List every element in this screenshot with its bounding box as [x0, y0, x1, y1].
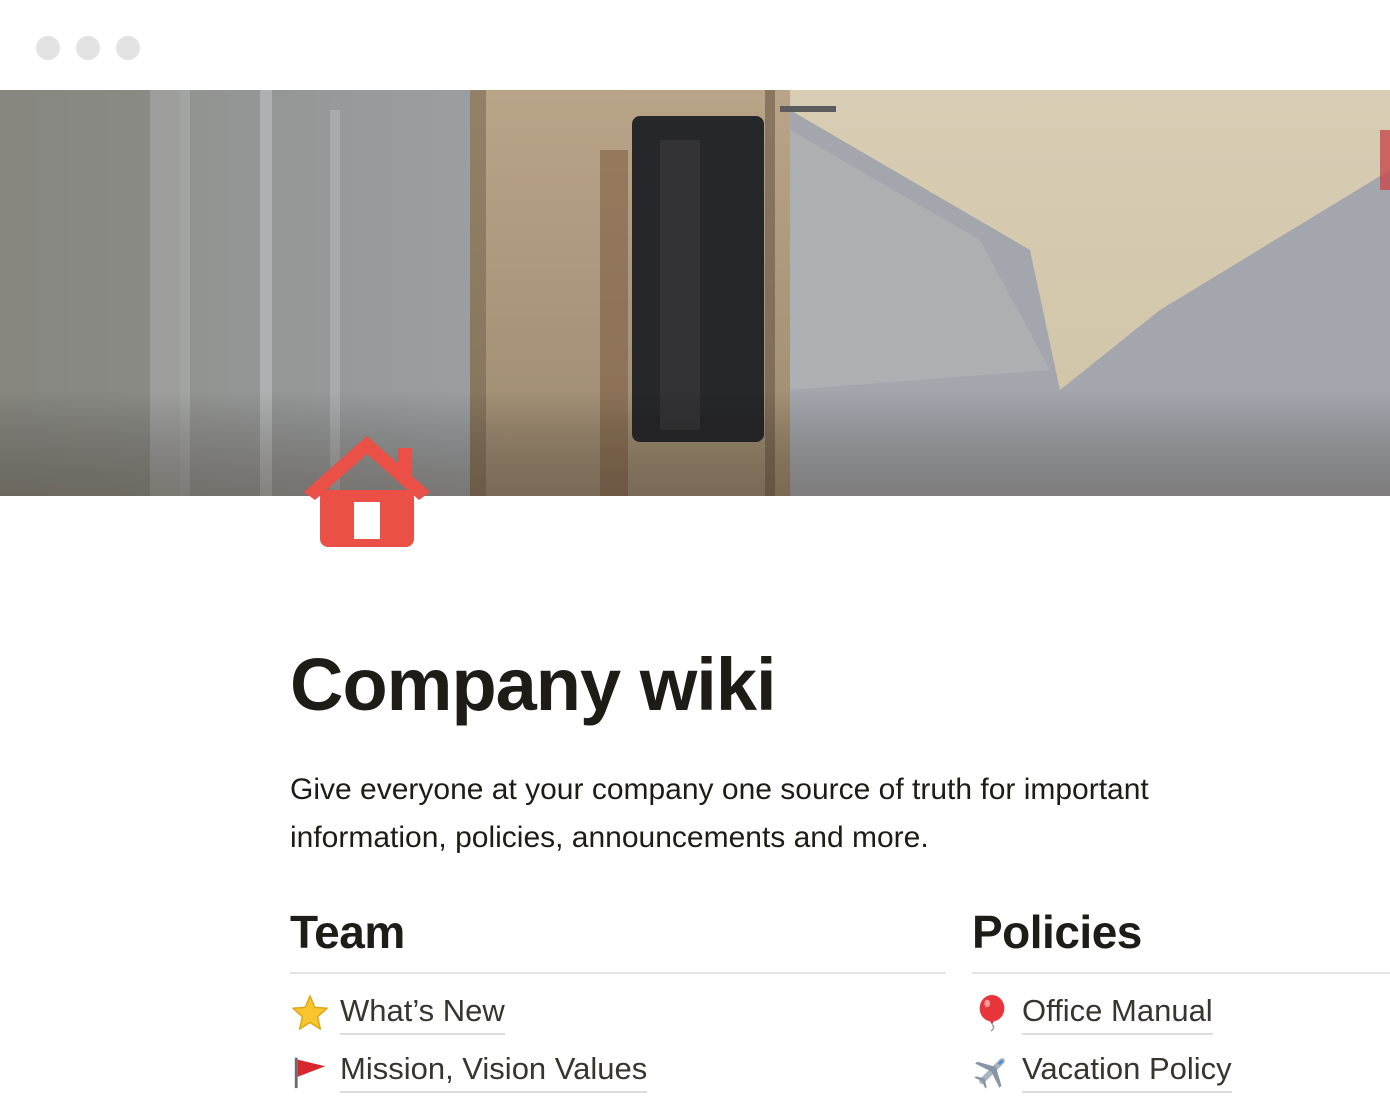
- window-title-bar: [0, 0, 1390, 90]
- team-column: Team What’s New Mission, Vision Values: [290, 904, 946, 1100]
- star-icon: [290, 993, 330, 1033]
- link-vacation-policy[interactable]: Vacation Policy: [972, 1042, 1390, 1100]
- policies-divider: [972, 972, 1390, 974]
- team-heading[interactable]: Team: [290, 904, 946, 960]
- page-description[interactable]: Give everyone at your company one source…: [290, 766, 1290, 862]
- policies-heading[interactable]: Policies: [972, 904, 1390, 960]
- link-mission-vision-values[interactable]: Mission, Vision Values: [290, 1042, 946, 1100]
- link-label[interactable]: Vacation Policy: [1022, 1049, 1232, 1093]
- link-label[interactable]: Mission, Vision Values: [340, 1049, 648, 1093]
- link-whats-new[interactable]: What’s New: [290, 984, 946, 1042]
- policies-column: Policies Office Manual Vacation Policy: [972, 904, 1390, 1100]
- link-office-manual[interactable]: Office Manual: [972, 984, 1390, 1042]
- airplane-icon: [972, 1051, 1012, 1091]
- balloon-icon: [972, 993, 1012, 1033]
- link-label[interactable]: Office Manual: [1022, 991, 1213, 1035]
- link-label[interactable]: What’s New: [340, 991, 505, 1035]
- team-divider: [290, 972, 946, 974]
- red-flag-icon: [290, 1051, 330, 1091]
- house-icon[interactable]: [302, 434, 432, 550]
- page-title[interactable]: Company wiki: [290, 642, 777, 727]
- window-close-button[interactable]: [36, 36, 60, 60]
- window-maximize-button[interactable]: [116, 36, 140, 60]
- page-cover-image[interactable]: [0, 90, 1390, 496]
- window-minimize-button[interactable]: [76, 36, 100, 60]
